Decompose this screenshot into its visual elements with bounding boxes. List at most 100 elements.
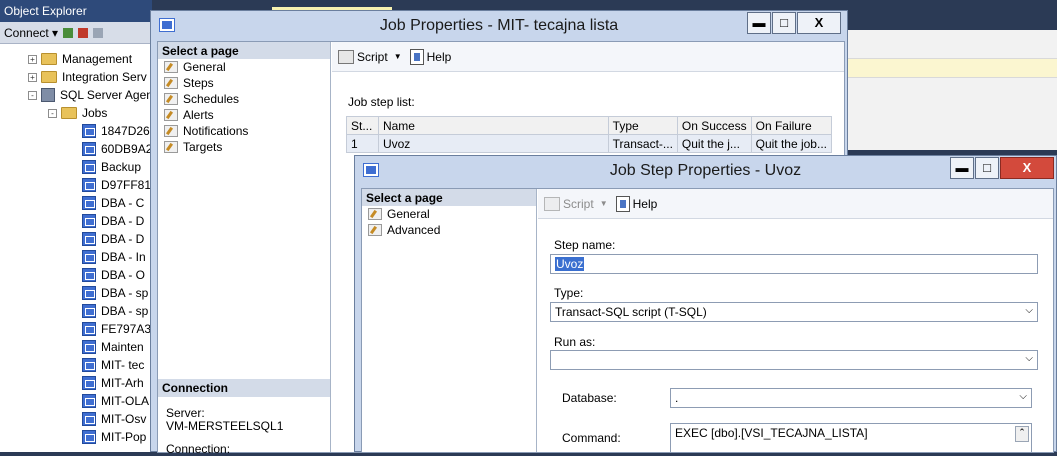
database-label: Database: — [562, 391, 617, 405]
tree-node[interactable]: DBA - sp — [82, 284, 148, 302]
tree-node[interactable]: 60DB9A2 — [82, 140, 152, 158]
connect-icon[interactable] — [63, 27, 74, 38]
tree-node[interactable]: + Integration Serv — [28, 68, 147, 86]
job-step-table: St... Name Type On Success On Failure 1 Uvoz T… — [346, 116, 833, 153]
close-button[interactable]: X — [1000, 157, 1054, 179]
tree-node-label: D97FF81 — [101, 178, 152, 192]
minimize-button[interactable]: ▬ — [747, 12, 771, 34]
table-cell: Uvoz — [377, 134, 609, 153]
collapse-icon[interactable]: - — [48, 108, 57, 118]
table-row[interactable]: 1 Uvoz Transact-... Quit the j... Quit the j… — [346, 134, 833, 153]
object-explorer-panel: Object Explorer Connect ▾ + Management + In… — [0, 0, 153, 452]
page-item-label: Alerts — [183, 108, 214, 122]
step-page-selector: Select a page General Advanced — [362, 189, 537, 452]
expand-icon[interactable]: + — [28, 54, 37, 64]
page-item-advanced[interactable]: Advanced — [362, 222, 536, 238]
page-item-label: General — [183, 60, 226, 74]
tree-node-label: Backup — [101, 160, 142, 174]
connection-header: Connection — [158, 379, 330, 397]
help-button[interactable]: Help — [633, 197, 658, 211]
tree-node[interactable]: + Management — [28, 50, 132, 68]
page-wrench-icon — [368, 224, 382, 236]
minimize-button[interactable]: ▬ — [950, 157, 974, 179]
database-select[interactable]: . ⌵ — [670, 388, 1032, 408]
page-item-label: Advanced — [387, 223, 441, 237]
job-page-selector: Select a page General Steps Schedules Alert… — [158, 42, 331, 456]
close-icon: X — [1022, 160, 1032, 175]
type-select[interactable]: Transact-SQL script (T-SQL) ⌵ — [550, 302, 1038, 322]
chevron-down-icon: ⌵ — [1025, 305, 1033, 316]
object-explorer-toolbar: Connect ▾ — [0, 22, 152, 44]
page-wrench-icon — [368, 208, 382, 220]
column-header[interactable]: Type — [607, 116, 678, 135]
job-icon — [82, 196, 96, 210]
page-item-alerts[interactable]: Alerts — [158, 107, 330, 123]
tree-node[interactable]: FE797A3 — [82, 320, 151, 338]
page-item-general[interactable]: General — [362, 206, 536, 222]
command-textarea[interactable]: EXEC [dbo].[VSI_TECAJNA_LISTA] ⌃ — [670, 423, 1032, 452]
tree-node[interactable]: MIT-Pop — [82, 428, 146, 446]
close-button[interactable]: X — [797, 12, 841, 34]
column-header[interactable]: On Failure — [750, 116, 833, 135]
expand-icon[interactable]: + — [28, 72, 37, 82]
column-header[interactable]: Name — [377, 116, 609, 135]
tree-node[interactable]: MIT-OLA — [82, 392, 149, 410]
page-item-schedules[interactable]: Schedules — [158, 91, 330, 107]
job-icon — [82, 214, 96, 228]
tree-node[interactable]: DBA - C — [82, 194, 144, 212]
tree-node[interactable]: D97FF81 — [82, 176, 151, 194]
script-dropdown-icon[interactable]: ▼ — [600, 199, 608, 208]
page-item-notifications[interactable]: Notifications — [158, 123, 330, 139]
job-step-titlebar: Job Step Properties - Uvoz ▬ □ X — [355, 156, 1056, 186]
stop-icon[interactable] — [93, 27, 104, 38]
run-as-label: Run as: — [554, 335, 596, 349]
disconnect-icon[interactable] — [78, 27, 89, 38]
page-item-steps[interactable]: Steps — [158, 75, 330, 91]
scroll-up-icon[interactable]: ⌃ — [1015, 426, 1029, 442]
database-value: . — [675, 391, 679, 405]
step-content-pane: Script ▼ Help Step name: Uvoz Type: Tran… — [538, 189, 1053, 452]
job-icon — [82, 376, 96, 390]
tree-node[interactable]: - Jobs — [48, 104, 107, 122]
type-value: Transact-SQL script (T-SQL) — [555, 305, 707, 319]
job-properties-titlebar: Job Properties - MIT- tecajna lista ▬ □ … — [151, 11, 847, 41]
tree-node[interactable]: DBA - D — [82, 230, 144, 248]
tree-node[interactable]: Mainten — [82, 338, 144, 356]
page-item-label: Schedules — [183, 92, 240, 106]
job-icon — [82, 430, 96, 444]
page-item-label: Notifications — [183, 124, 249, 138]
maximize-button[interactable]: □ — [772, 12, 796, 34]
tree-node[interactable]: 1847D26 — [82, 122, 150, 140]
tree-node[interactable]: - SQL Server Agen — [28, 86, 153, 104]
tree-node[interactable]: DBA - D — [82, 212, 144, 230]
run-as-select[interactable]: ⌵ — [550, 350, 1038, 370]
step-name-input[interactable]: Uvoz — [550, 254, 1038, 274]
tree-node-label: DBA - D — [101, 214, 145, 228]
tree-node[interactable]: Backup — [82, 158, 141, 176]
page-wrench-icon — [164, 93, 178, 105]
job-icon — [82, 286, 96, 300]
script-dropdown-icon[interactable]: ▼ — [394, 52, 402, 61]
tree-node[interactable]: MIT-Osv — [82, 410, 146, 428]
tree-node[interactable]: DBA - sp — [82, 302, 148, 320]
column-header[interactable]: On Success — [676, 116, 752, 135]
connect-button[interactable]: Connect ▾ — [4, 26, 58, 40]
job-icon — [82, 412, 96, 426]
table-cell: 1 — [346, 134, 379, 153]
command-value: EXEC [dbo].[VSI_TECAJNA_LISTA] — [675, 426, 868, 440]
collapse-icon[interactable]: - — [28, 90, 37, 100]
tree-node[interactable]: DBA - In — [82, 248, 146, 266]
maximize-button[interactable]: □ — [975, 157, 999, 179]
script-button[interactable]: Script — [563, 197, 594, 211]
tree-node[interactable]: MIT-Arh — [82, 374, 144, 392]
tree-node[interactable]: MIT- tec — [82, 356, 144, 374]
column-header[interactable]: St... — [346, 116, 379, 135]
tree-node-label: MIT-Pop — [101, 430, 147, 444]
background-editor-area — [848, 30, 1057, 150]
help-button[interactable]: Help — [427, 50, 452, 64]
script-button[interactable]: Script — [357, 50, 388, 64]
page-item-targets[interactable]: Targets — [158, 139, 330, 155]
tree-node[interactable]: DBA - O — [82, 266, 145, 284]
job-icon — [82, 322, 96, 336]
page-item-general[interactable]: General — [158, 59, 330, 75]
